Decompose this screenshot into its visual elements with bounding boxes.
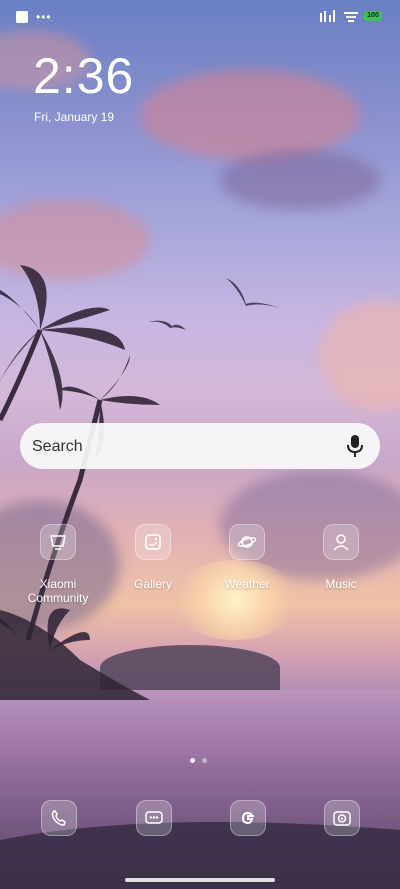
page-indicator xyxy=(190,758,207,763)
battery-indicator: 100 xyxy=(364,11,382,21)
clock-time[interactable]: 2:36 xyxy=(33,48,134,104)
xiaomi-community-icon[interactable] xyxy=(40,524,76,560)
search-bar[interactable]: Search xyxy=(20,423,380,469)
weather-icon[interactable] xyxy=(229,524,265,560)
messages-icon[interactable] xyxy=(136,800,172,836)
clock-date[interactable]: Fri, January 19 xyxy=(34,110,114,124)
music-icon[interactable] xyxy=(323,524,359,560)
home-gesture-bar[interactable] xyxy=(125,878,275,882)
app-gallery[interactable]: Gallery xyxy=(106,524,200,591)
notification-app-icon xyxy=(16,11,28,23)
google-icon[interactable] xyxy=(230,800,266,836)
microphone-icon[interactable] xyxy=(346,435,364,457)
status-bar: ••• 100 xyxy=(0,0,400,34)
app-weather[interactable]: Weather xyxy=(200,524,294,591)
dock xyxy=(0,800,400,836)
camera-icon[interactable] xyxy=(324,800,360,836)
app-music[interactable]: Music xyxy=(294,524,388,591)
page-dot-2 xyxy=(202,758,207,763)
gallery-icon[interactable] xyxy=(135,524,171,560)
app-label: Gallery xyxy=(133,577,172,591)
wifi-icon xyxy=(344,12,358,22)
app-xiaomi-community[interactable]: Xiaomi Community xyxy=(11,524,105,605)
more-notifications-icon: ••• xyxy=(36,10,52,24)
app-label: Xiaomi Community xyxy=(27,577,89,605)
app-label: Music xyxy=(325,577,357,591)
signal-icon xyxy=(320,10,335,22)
phone-icon[interactable] xyxy=(41,800,77,836)
search-placeholder: Search xyxy=(32,438,83,455)
app-label: Weather xyxy=(224,577,270,591)
page-dot-1 xyxy=(190,758,195,763)
